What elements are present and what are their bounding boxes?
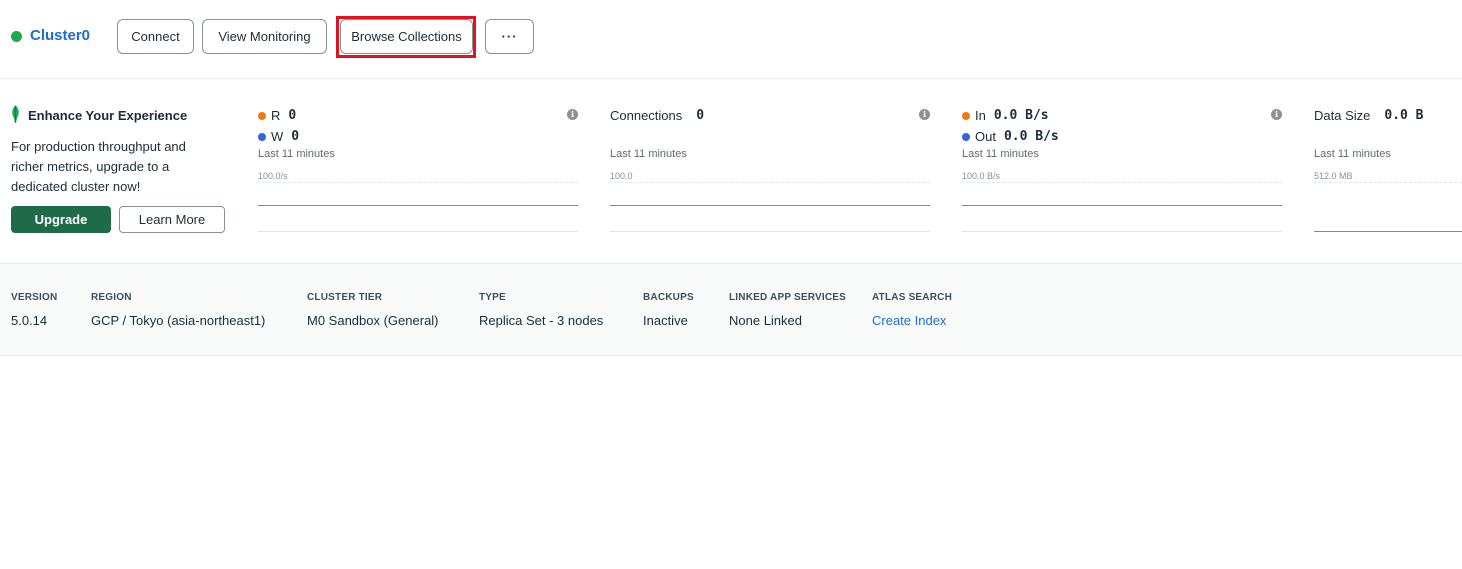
in-dot-icon — [962, 111, 970, 120]
detail-backups: BACKUPS Inactive — [643, 292, 694, 328]
metric-operations: R 0 W 0 i Last 11 minutes 100.0/s — [258, 105, 578, 235]
metric-trend-line — [258, 205, 578, 206]
info-icon[interactable]: i — [567, 109, 578, 120]
metric-connections: Connections 0 i Last 11 minutes 100.0 — [610, 105, 930, 235]
learn-more-button[interactable]: Learn More — [119, 206, 225, 233]
metric-data-size: Data Size 0.0 B Last 11 minutes 512.0 MB — [1314, 105, 1462, 235]
metric-value: 0 — [288, 108, 297, 123]
gridline — [962, 182, 1282, 183]
detail-value: Replica Set - 3 nodes — [479, 313, 604, 328]
metric-trend-line — [1314, 231, 1462, 232]
baseline — [962, 231, 1282, 232]
metric-label: Out — [975, 129, 996, 144]
metric-value: 0.0 B/s — [1003, 129, 1059, 144]
cluster-header: Cluster0 Connect View Monitoring Browse … — [0, 0, 1462, 79]
create-index-link[interactable]: Create Index — [872, 313, 952, 328]
gridline — [258, 182, 578, 183]
detail-label: CLUSTER TIER — [307, 292, 383, 303]
promo-text: For production throughput and richer met… — [11, 139, 186, 194]
detail-label: VERSION — [11, 292, 58, 303]
metric-label: R — [271, 108, 281, 123]
metric-label: Data Size — [1314, 108, 1371, 123]
metric-timeframe: Last 11 minutes — [610, 148, 687, 160]
detail-value: M0 Sandbox (General) — [307, 313, 439, 328]
detail-label: BACKUPS — [643, 292, 694, 303]
detail-linked-app-services: LINKED APP SERVICES None Linked — [729, 292, 846, 328]
metric-scale: 512.0 MB — [1314, 171, 1353, 181]
gridline — [610, 182, 930, 183]
gridline — [1314, 182, 1462, 183]
view-monitoring-button[interactable]: View Monitoring — [202, 19, 327, 54]
metric-value: 0 — [291, 129, 300, 144]
info-icon[interactable]: i — [1271, 109, 1282, 120]
detail-label: REGION — [91, 292, 132, 303]
out-dot-icon — [962, 132, 970, 141]
status-dot-icon — [11, 31, 22, 42]
metric-label: Connections — [610, 108, 683, 123]
metric-label: In — [975, 108, 986, 123]
upgrade-button[interactable]: Upgrade — [11, 206, 111, 233]
detail-label: ATLAS SEARCH — [872, 292, 952, 303]
browse-collections-button[interactable]: Browse Collections — [340, 19, 473, 54]
metric-trend-line — [610, 205, 930, 206]
cluster-details-bar: VERSION 5.0.14 REGION GCP / Tokyo (asia-… — [0, 263, 1462, 356]
promo-title: Enhance Your Experience — [28, 108, 188, 123]
info-icon[interactable]: i — [919, 109, 930, 120]
detail-label: TYPE — [479, 292, 506, 303]
metric-trend-line — [962, 205, 1282, 206]
detail-region: REGION GCP / Tokyo (asia-northeast1) — [91, 292, 265, 328]
detail-type: TYPE Replica Set - 3 nodes — [479, 292, 603, 328]
metric-timeframe: Last 11 minutes — [258, 148, 335, 160]
connect-button[interactable]: Connect — [117, 19, 194, 54]
detail-value: None Linked — [729, 313, 802, 328]
baseline — [258, 231, 578, 232]
baseline — [610, 231, 930, 232]
metric-timeframe: Last 11 minutes — [1314, 148, 1391, 160]
metric-label: W — [271, 129, 284, 144]
writes-dot-icon — [258, 132, 266, 141]
metric-value: 0.0 B/s — [993, 108, 1049, 123]
metric-value: 0.0 B — [1384, 108, 1424, 123]
metric-network: In 0.0 B/s Out 0.0 B/s i Last 11 minutes… — [962, 105, 1282, 235]
detail-value: 5.0.14 — [11, 313, 48, 328]
metric-scale: 100.0 B/s — [962, 171, 1001, 181]
metric-value: 0 — [696, 108, 705, 123]
more-options-button[interactable]: ··· — [485, 19, 534, 54]
metric-timeframe: Last 11 minutes — [962, 148, 1039, 160]
metric-scale: 100.0/s — [258, 171, 288, 181]
detail-version: VERSION 5.0.14 — [11, 292, 57, 328]
leaf-icon — [12, 105, 19, 123]
detail-value: Inactive — [643, 313, 688, 328]
metric-scale: 100.0 — [610, 171, 633, 181]
reads-dot-icon — [258, 111, 266, 120]
cluster-name-link[interactable]: Cluster0 — [30, 27, 90, 44]
detail-label: LINKED APP SERVICES — [729, 292, 846, 303]
detail-value: GCP / Tokyo (asia-northeast1) — [91, 313, 266, 328]
detail-cluster-tier: CLUSTER TIER M0 Sandbox (General) — [307, 292, 439, 328]
detail-atlas-search: ATLAS SEARCH Create Index — [872, 292, 952, 328]
